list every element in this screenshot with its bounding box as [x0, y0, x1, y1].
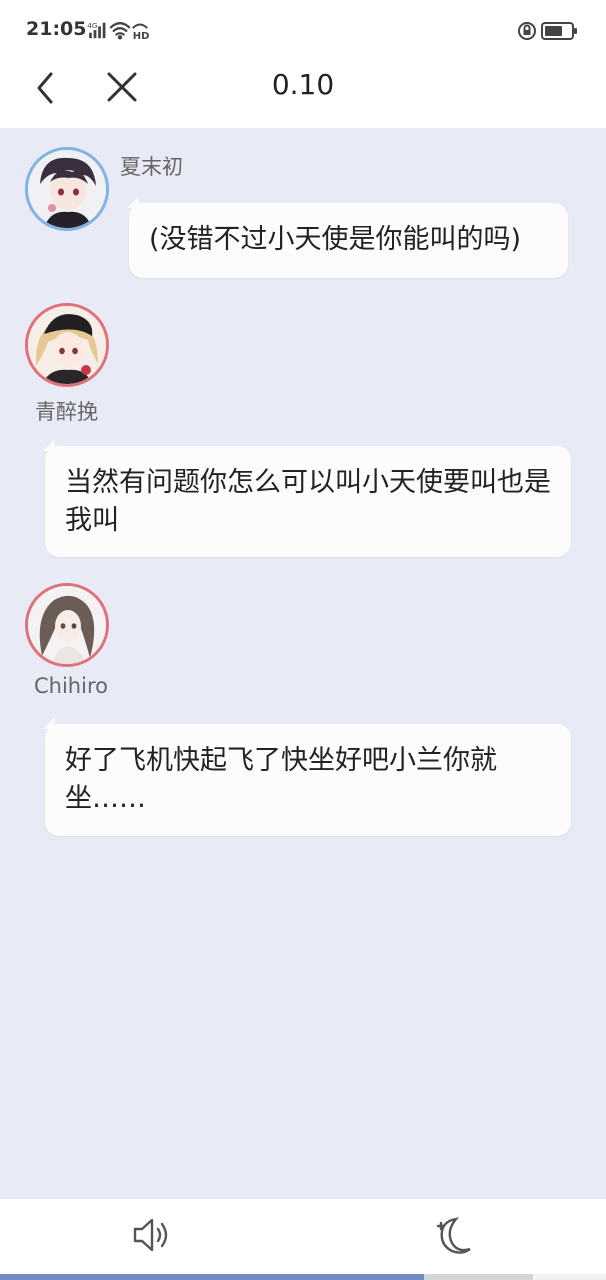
moon-icon — [436, 1217, 471, 1254]
battery-icon — [541, 22, 577, 40]
page-title: 0.10 — [271, 68, 335, 101]
bottom-bar — [0, 1198, 606, 1280]
speaker-icon — [133, 1218, 168, 1252]
hd-label: HD — [133, 31, 150, 40]
header: 0.10 — [0, 60, 606, 128]
avatar-portrait — [28, 150, 106, 228]
sender-name: 夏末初 — [120, 155, 183, 179]
message-bubble[interactable]: 当然有问题你怎么可以叫小天使要叫也是我叫 — [43, 439, 571, 557]
signal-icon: 4G — [87, 21, 106, 39]
status-left-icons: 4G HD — [87, 21, 150, 40]
status-bar: 21:05 4G HD — [0, 0, 606, 60]
hd-icon: HD — [132, 23, 150, 40]
night-mode-button[interactable] — [434, 1213, 474, 1257]
avatar-portrait — [28, 306, 106, 384]
progress-fill — [0, 1274, 424, 1280]
message-bubble[interactable]: (没错不过小天使是你能叫的吗) — [127, 196, 568, 278]
sound-button[interactable] — [130, 1213, 174, 1257]
avatar-qingzuiwan[interactable] — [25, 303, 109, 387]
progress-remaining — [424, 1274, 533, 1280]
sender-name: 青醉挽 — [35, 400, 98, 424]
reading-progress[interactable] — [0, 1274, 606, 1280]
network-label: 4G — [87, 21, 98, 30]
lock-rotation-icon — [518, 22, 536, 40]
status-time: 21:05 — [26, 18, 87, 40]
message-bubble[interactable]: 好了飞机快起飞了快坐好吧小兰你就坐…… — [43, 717, 571, 836]
wifi-icon — [109, 22, 131, 40]
chat-area[interactable]: 夏末初 (没错不过小天使是你能叫的吗) 青醉挽 当然有问题你怎么可以叫小天使要叫… — [0, 128, 606, 1198]
avatar-chihiro[interactable] — [25, 583, 109, 667]
status-right-icons — [518, 22, 577, 40]
avatar-xiamochu[interactable] — [25, 147, 109, 231]
avatar-portrait — [28, 586, 106, 664]
sender-name: Chihiro — [34, 674, 108, 698]
